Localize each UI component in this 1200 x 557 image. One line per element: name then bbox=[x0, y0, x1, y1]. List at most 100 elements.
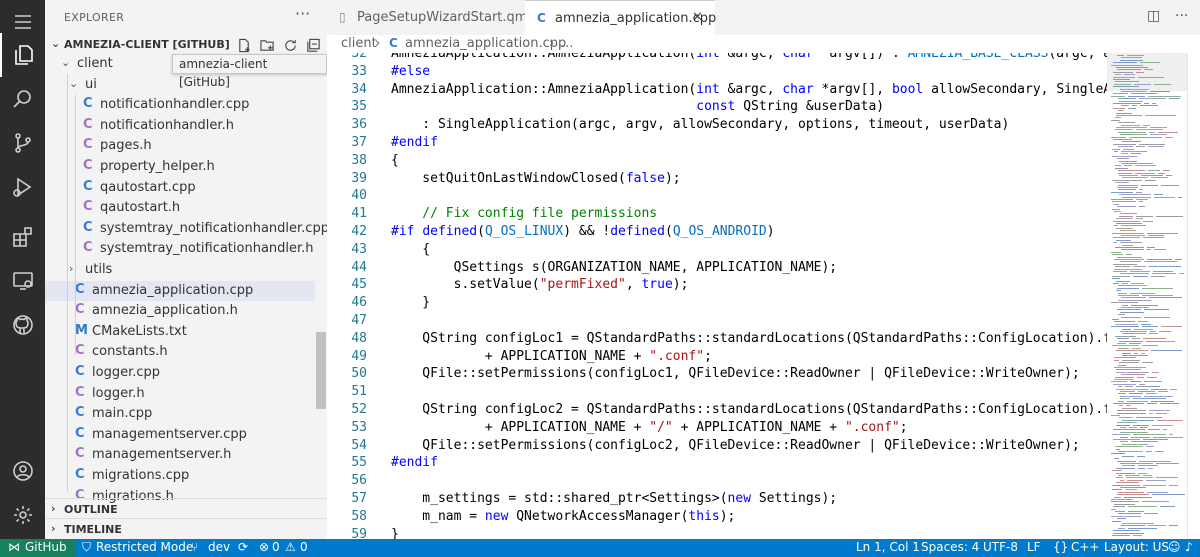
tree-file[interactable]: Cmanagementserver.cpp bbox=[45, 425, 315, 446]
branch-name[interactable]: dev bbox=[208, 540, 230, 554]
minimap-line bbox=[1118, 527, 1125, 529]
code-line[interactable]: #else bbox=[391, 64, 430, 79]
tree-file[interactable]: M CMakeLists.txt bbox=[45, 322, 315, 343]
breadcrumb-symbols[interactable]: ... bbox=[561, 36, 573, 51]
code-line[interactable]: { bbox=[391, 242, 430, 257]
code-editor[interactable]: 32 AmneziaApplication::AmneziaApplication… bbox=[327, 53, 1107, 539]
code-line[interactable]: QFile::setPermissions(configLoc2, QFileD… bbox=[391, 438, 1079, 453]
restricted-mode[interactable]: Restricted Mode bbox=[96, 540, 193, 554]
minimap-line bbox=[1113, 62, 1137, 64]
code-line[interactable]: { bbox=[391, 153, 399, 168]
tree-file[interactable]: Cqautostart.h bbox=[45, 198, 315, 219]
sync-icon[interactable]: ⟳ bbox=[238, 540, 248, 554]
minimap-line bbox=[1143, 338, 1166, 340]
minimap-line bbox=[1151, 388, 1167, 390]
tree-file[interactable]: Cnotificationhandler.cpp bbox=[45, 95, 315, 116]
keyboard-layout[interactable]: Layout: US bbox=[1104, 540, 1169, 554]
code-line[interactable]: QFile::setPermissions(configLoc1, QFileD… bbox=[391, 366, 1079, 381]
run-debug-icon[interactable] bbox=[0, 165, 45, 209]
encoding[interactable]: UTF-8 bbox=[983, 540, 1018, 554]
minimap-line bbox=[1158, 172, 1165, 174]
code-line[interactable]: QSettings s(ORGANIZATION_NAME, APPLICATI… bbox=[391, 260, 838, 275]
tree-file[interactable]: Cmigrations.cpp bbox=[45, 466, 315, 487]
code-line[interactable]: QString configLoc2 = QStandardPaths::sta… bbox=[391, 402, 1107, 417]
more-actions-icon[interactable]: ··· bbox=[1175, 8, 1188, 24]
breadcrumb-folder[interactable]: client bbox=[341, 36, 377, 51]
search-icon[interactable] bbox=[0, 77, 45, 121]
project-name: AMNEZIA-CLIENT [GITHUB] bbox=[64, 38, 230, 51]
code-line[interactable]: + APPLICATION_NAME + "/" + APPLICATION_N… bbox=[391, 420, 908, 435]
tree-file[interactable]: Cnotificationhandler.h bbox=[45, 116, 315, 137]
sidebar-scrollbar[interactable] bbox=[316, 332, 326, 409]
language-mode[interactable]: C++ bbox=[1071, 540, 1100, 554]
code-line[interactable]: m_settings = std::shared_ptr<Settings>(n… bbox=[391, 491, 837, 506]
indentation[interactable]: Spaces: 4 bbox=[921, 540, 979, 554]
feedback-icon[interactable]: ☺ bbox=[1168, 540, 1181, 554]
warnings-count[interactable]: 0 bbox=[300, 540, 308, 554]
explorer-icon[interactable] bbox=[0, 33, 45, 77]
tab-amnezia-application-cpp[interactable]: C amnezia_application.cpp ✕ bbox=[525, 0, 716, 35]
editor-scrollbar[interactable] bbox=[1187, 53, 1200, 539]
problems-count[interactable]: 0 bbox=[272, 540, 280, 554]
code-line[interactable]: AmneziaApplication::AmneziaApplication(i… bbox=[391, 82, 1107, 97]
settings-gear-icon[interactable] bbox=[0, 493, 45, 537]
notifications-bell-icon[interactable]: ♪ bbox=[1185, 540, 1193, 554]
minimap-line bbox=[1142, 295, 1173, 296]
tree-file[interactable]: Clogger.cpp bbox=[45, 363, 315, 384]
new-folder-icon[interactable] bbox=[258, 36, 276, 54]
code-line[interactable]: // Fix config file permissions bbox=[391, 206, 657, 221]
remote-icon: ⋈ bbox=[8, 540, 20, 554]
code-line[interactable]: s.setValue("permFixed", true); bbox=[391, 277, 689, 292]
tree-file[interactable]: Camnezia_application.cpp bbox=[45, 280, 315, 302]
extensions-icon[interactable] bbox=[0, 215, 45, 259]
code-line[interactable]: #if defined(Q_OS_LINUX) && !defined(Q_OS… bbox=[391, 224, 775, 239]
tree-item-label: migrations.cpp bbox=[92, 468, 190, 483]
timeline-section-header[interactable]: › TIMELINE bbox=[45, 518, 327, 539]
collapse-all-icon[interactable] bbox=[304, 36, 322, 54]
minimap-line bbox=[1130, 292, 1155, 294]
tree-folder[interactable]: › utils bbox=[45, 260, 315, 281]
tree-file[interactable]: Cqautostart.cpp bbox=[45, 178, 315, 199]
accounts-icon[interactable] bbox=[0, 449, 45, 493]
code-line[interactable]: #endif bbox=[391, 135, 438, 150]
minimap-line bbox=[1120, 479, 1124, 481]
source-control-icon[interactable] bbox=[0, 121, 45, 165]
code-line[interactable]: } bbox=[391, 527, 399, 539]
code-line[interactable]: } bbox=[391, 295, 430, 310]
tree-file[interactable]: Csystemtray_notificationhandler.cpp bbox=[45, 219, 327, 240]
tree-file[interactable]: Cconstants.h bbox=[45, 342, 315, 363]
minimap[interactable] bbox=[1107, 53, 1187, 539]
tree-file[interactable]: Cmanagementserver.h bbox=[45, 445, 315, 466]
more-actions-icon[interactable]: ··· bbox=[295, 4, 310, 23]
minimap-line bbox=[1156, 463, 1179, 464]
code-line[interactable]: QString configLoc1 = QStandardPaths::sta… bbox=[391, 331, 1107, 346]
split-editor-icon[interactable]: ◫ bbox=[1147, 8, 1160, 24]
tree-file[interactable]: Camnezia_application.h bbox=[45, 301, 315, 322]
code-line[interactable]: m_nam = new QNetworkAccessManager(this); bbox=[391, 509, 735, 524]
refresh-icon[interactable] bbox=[281, 36, 299, 54]
tree-file[interactable]: Cpages.h bbox=[45, 136, 315, 157]
outline-section-header[interactable]: › OUTLINE bbox=[45, 498, 327, 520]
line-ending[interactable]: LF bbox=[1027, 540, 1041, 554]
tree-file[interactable]: Cmain.cpp bbox=[45, 404, 315, 425]
tab-pagesetupwizardstart[interactable]: ▯ PageSetupWizardStart.qml bbox=[327, 0, 531, 35]
code-line[interactable]: setQuitOnLastWindowClosed(false); bbox=[391, 171, 680, 186]
tree-file[interactable]: Cproperty_helper.h bbox=[45, 157, 315, 178]
remote-explorer-icon[interactable] bbox=[0, 259, 45, 303]
close-icon[interactable]: ✕ bbox=[692, 10, 703, 25]
code-line[interactable]: : SingleApplication(argc, argv, allowSec… bbox=[391, 117, 1009, 132]
cursor-position[interactable]: Ln 1, Col 1 bbox=[856, 540, 920, 554]
new-file-icon[interactable] bbox=[235, 36, 253, 54]
code-line[interactable]: #endif bbox=[391, 455, 438, 470]
minimap-line bbox=[1147, 403, 1157, 404]
tree-file[interactable]: Clogger.h bbox=[45, 384, 315, 405]
breadcrumb-file[interactable]: amnezia_application.cpp bbox=[405, 36, 566, 51]
remote-indicator[interactable]: ⋈ GitHub bbox=[0, 539, 76, 557]
code-line[interactable]: const QString &userData) bbox=[391, 99, 884, 114]
minimap-line bbox=[1113, 86, 1139, 88]
minimap-line bbox=[1161, 184, 1179, 186]
code-line[interactable]: + APPLICATION_NAME + ".conf"; bbox=[391, 349, 712, 364]
github-icon[interactable] bbox=[0, 303, 45, 347]
code-line[interactable]: AmneziaApplication::AmneziaApplication(i… bbox=[391, 53, 1107, 61]
tree-file[interactable]: Csystemtray_notificationhandler.h bbox=[45, 239, 315, 260]
